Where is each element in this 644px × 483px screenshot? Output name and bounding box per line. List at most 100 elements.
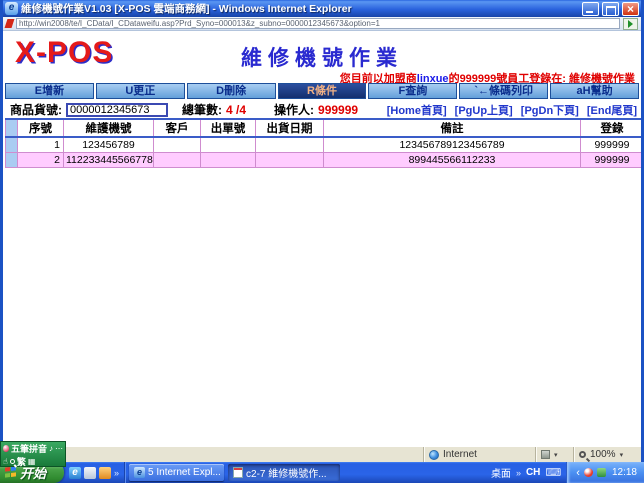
toolbar-button-delete[interactable]: D刪除 xyxy=(187,83,276,99)
info-row: 商品貨號: 總筆數: 4 /4 操作人: 999999 [Home首頁] [Pg… xyxy=(10,101,637,118)
url-text: http://win2008/te/I_CData/I_CDataweifu.a… xyxy=(19,19,380,28)
ie-icon: e xyxy=(5,2,18,15)
quicklaunch-app-icon[interactable] xyxy=(99,467,111,479)
col-seq: 序號 xyxy=(18,119,64,137)
cell-machine: 123456789 xyxy=(64,137,154,152)
url-input[interactable]: http://win2008/te/I_CData/I_CDataweifu.a… xyxy=(16,18,620,29)
ie-window: e 維修機號作業V1.03 [X-POS 雲端商務網] - Windows In… xyxy=(0,0,644,462)
cell-remark: 899445566112233 xyxy=(324,152,581,167)
sound-icon[interactable]: ♪ xyxy=(49,444,53,454)
taskbar: 开始 e » e 5 Internet Expl... ▾ c2-7 維修機號作… xyxy=(0,462,644,483)
status-bar: Internet ▾ 100% ▾ xyxy=(3,446,641,462)
row-selector[interactable] xyxy=(6,152,18,167)
product-code-label: 商品貨號: xyxy=(10,101,62,118)
col-login: 登錄 xyxy=(581,119,642,137)
toolbar-button-query[interactable]: F查詢 xyxy=(368,83,457,99)
go-button[interactable] xyxy=(623,18,638,30)
table-row[interactable]: 2 112233445566778 899445566112233 999999 xyxy=(6,152,642,167)
total-count-value: 4 /4 xyxy=(226,103,246,117)
windows-logo-icon xyxy=(5,466,16,478)
nav-end-link[interactable]: [End尾頁] xyxy=(587,105,637,117)
toolbar-button-add[interactable]: E增新 xyxy=(5,83,94,99)
zone-label: Internet xyxy=(443,449,477,460)
page-title: 維修機號作業 xyxy=(143,42,501,72)
tray-app-icon-red[interactable] xyxy=(584,468,593,477)
zoom-level: 100% xyxy=(590,449,616,460)
close-button[interactable] xyxy=(622,2,639,16)
window-title: 維修機號作業V1.03 [X-POS 雲端商務網] - Windows Inte… xyxy=(21,1,579,16)
quicklaunch-ie-icon[interactable]: e xyxy=(69,467,81,479)
col-customer: 客戶 xyxy=(154,119,201,137)
magnifier-icon xyxy=(579,451,586,458)
language-indicator[interactable]: CH xyxy=(526,467,540,478)
maximize-button[interactable] xyxy=(602,2,619,16)
toolbar-button-update[interactable]: U更正 xyxy=(96,83,185,99)
toolbar-button-condition[interactable]: R條件 xyxy=(278,83,367,99)
table-header-row: 序號 維護機號 客戶 出單號 出貨日期 備註 登錄 xyxy=(6,119,642,137)
mode-icon xyxy=(541,450,550,459)
row-selector[interactable] xyxy=(6,137,18,152)
caret-down-icon: ▾ xyxy=(620,451,624,459)
col-order: 出單號 xyxy=(201,119,256,137)
col-ship-date: 出貨日期 xyxy=(256,119,324,137)
traditional-toggle[interactable]: 繁 xyxy=(17,455,26,468)
col-machine: 維護機號 xyxy=(64,119,154,137)
task-label: 5 Internet Expl... xyxy=(148,467,221,478)
cell-order xyxy=(201,152,256,167)
ime-toolbar: 五筆拼音 ♪ ⋯ ☝ 繁 ▦ xyxy=(0,441,66,467)
nav-pgdn-link[interactable]: [PgDn下頁] xyxy=(521,105,579,117)
cell-machine: 112233445566778 xyxy=(64,152,154,167)
tray-collapse-icon[interactable]: ‹ xyxy=(576,468,580,478)
document-task-icon xyxy=(233,467,243,478)
toolbar-button-barcode-print[interactable]: `←條碼列印 xyxy=(459,83,548,99)
nav-pgup-link[interactable]: [PgUp上頁] xyxy=(455,105,513,117)
desktop-toolbar-chevron[interactable]: » xyxy=(516,468,521,478)
quicklaunch-overflow-chevron[interactable]: » xyxy=(114,468,119,478)
ime-title-row: 五筆拼音 ♪ ⋯ xyxy=(1,442,65,455)
operator-value: 999999 xyxy=(318,103,358,117)
cell-login: 999999 xyxy=(581,137,642,152)
cell-ship-date xyxy=(256,137,324,152)
minimize-button[interactable] xyxy=(582,2,599,16)
row-selector-header xyxy=(6,119,18,137)
pagination-links: [Home首頁] [PgUp上頁] [PgDn下頁] [End尾頁] xyxy=(382,102,637,118)
table-row[interactable]: 1 123456789 123456789123456789 999999 xyxy=(6,137,642,152)
status-mode-button[interactable]: ▾ xyxy=(535,447,573,462)
toolbar-button-help[interactable]: aH幫助 xyxy=(550,83,639,99)
taskbar-right: 桌面 » CH ⌨ ‹ 12:18 xyxy=(491,462,644,483)
zoom-control[interactable]: 100% ▾ xyxy=(573,447,641,462)
cell-order xyxy=(201,137,256,152)
taskbar-clock: 12:18 xyxy=(612,467,637,478)
toolbar: E增新 U更正 D刪除 R條件 F查詢 `←條碼列印 aH幫助 xyxy=(5,83,639,99)
screen: e 維修機號作業V1.03 [X-POS 雲端商務網] - Windows In… xyxy=(0,0,644,483)
system-tray: ‹ 12:18 xyxy=(566,462,644,483)
keyboard-icon[interactable]: ⌨ xyxy=(545,466,561,479)
cell-remark: 123456789123456789 xyxy=(324,137,581,152)
hand-icon[interactable]: ☝ xyxy=(3,457,8,467)
titlebar: e 維修機號作業V1.03 [X-POS 雲端商務網] - Windows In… xyxy=(3,0,641,17)
cell-customer xyxy=(154,152,201,167)
cell-customer xyxy=(154,137,201,152)
go-arrow-icon xyxy=(628,20,633,28)
globe-icon xyxy=(429,450,439,460)
product-code-input[interactable] xyxy=(66,103,168,117)
ime-search-icon[interactable] xyxy=(10,459,15,464)
cell-login: 999999 xyxy=(581,152,642,167)
softkeyboard-icon[interactable]: ▦ xyxy=(28,457,36,467)
col-remark: 備註 xyxy=(324,119,581,137)
nav-home-link[interactable]: [Home首頁] xyxy=(387,105,447,117)
cell-seq: 2 xyxy=(18,152,64,167)
show-desktop-icon[interactable] xyxy=(84,467,96,479)
status-message-area xyxy=(3,447,423,462)
desktop-toolbar-label[interactable]: 桌面 xyxy=(491,465,511,480)
cell-seq: 1 xyxy=(18,137,64,152)
more-icon[interactable]: ⋯ xyxy=(55,444,63,454)
status-zone: Internet xyxy=(423,447,535,462)
xpos-logo: X-POS xyxy=(15,36,113,70)
taskbar-task-active-window[interactable]: c2-7 維修機號作... xyxy=(228,464,340,481)
address-bar: http://win2008/te/I_CData/I_CDataweifu.a… xyxy=(3,17,641,31)
ime-name: 五筆拼音 xyxy=(11,442,47,455)
taskbar-task-ie-group[interactable]: e 5 Internet Expl... ▾ xyxy=(129,464,224,481)
tray-app-icon-green[interactable] xyxy=(597,468,606,477)
ie-task-icon: e xyxy=(134,467,145,478)
